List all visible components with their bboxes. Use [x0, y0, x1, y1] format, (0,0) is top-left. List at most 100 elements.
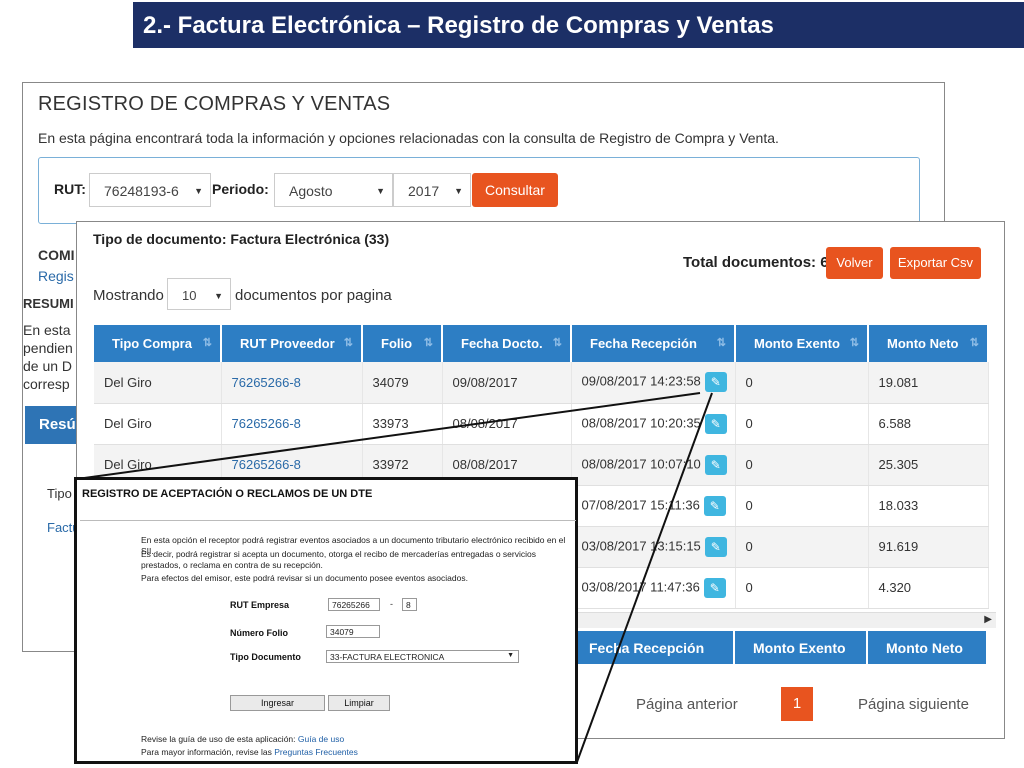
divider	[80, 520, 576, 521]
hidden-text-fragment: corresp	[23, 376, 70, 392]
folio-cell: 34079	[362, 362, 443, 404]
limpiar-button[interactable]: Limpiar	[328, 695, 390, 711]
hidden-text-fragment: Tipo	[47, 486, 72, 501]
popup-paragraph: Para efectos del emisor, este podrá revi…	[141, 573, 468, 583]
recepcion-cell: 03/08/2017 13:15:15 ✎	[571, 526, 736, 568]
chevron-down-icon: ▼	[214, 291, 223, 301]
rut-cell: 76265266-8	[221, 403, 363, 445]
exento-cell: 0	[735, 362, 869, 404]
current-page-button[interactable]: 1	[781, 687, 813, 721]
exento-cell: 0	[735, 567, 869, 609]
rut-empresa-input[interactable]: 76265266	[328, 598, 380, 611]
hidden-text-fragment: de un D	[23, 358, 73, 374]
recepcion-cell: 07/08/2017 15:11:36 ✎	[571, 485, 736, 527]
chevron-down-icon: ▼	[376, 186, 385, 196]
page-size-select[interactable]: 10 ▼	[167, 278, 231, 310]
consultar-button[interactable]: Consultar	[472, 173, 558, 207]
exento-cell: 0	[735, 444, 869, 486]
tipo-documento-select[interactable]: 33-FACTURA ELECTRONICA ▼	[326, 650, 519, 663]
exento-cell: 0	[735, 485, 869, 527]
fecha-cell: 09/08/2017	[442, 362, 572, 404]
column-header[interactable]: Monto Exento ⇅	[735, 325, 869, 362]
chevron-down-icon: ▼	[507, 652, 514, 659]
mostrando-label: Mostrando	[93, 287, 164, 304]
footer-column-header: Fecha Recepción	[571, 631, 735, 664]
rut-cell: 76265266-8	[221, 362, 363, 404]
column-header[interactable]: Fecha Docto. ⇅	[442, 325, 572, 362]
hidden-text-fragment: pendien	[23, 340, 73, 356]
export-csv-button[interactable]: Exportar Csv	[890, 247, 981, 279]
edit-icon[interactable]: ✎	[704, 413, 727, 434]
column-header[interactable]: Folio ⇅	[362, 325, 443, 362]
chevron-down-icon: ▼	[454, 186, 463, 196]
aceptacion-popup: REGISTRO DE ACEPTACIÓN O RECLAMOS DE UN …	[74, 477, 578, 764]
sort-icon: ⇅	[343, 337, 353, 349]
guide-link[interactable]: Guía de uso	[298, 734, 344, 744]
sort-icon: ⇅	[423, 337, 433, 349]
edit-icon[interactable]: ✎	[704, 454, 727, 475]
rut-link[interactable]: 76265266-8	[232, 416, 301, 431]
faq-link[interactable]: Preguntas Frecuentes	[274, 747, 358, 757]
neto-cell: 4.320	[868, 567, 989, 609]
sort-icon: ⇅	[716, 337, 726, 349]
edit-icon[interactable]: ✎	[704, 372, 727, 393]
tipo-compra-cell: Del Giro	[94, 362, 222, 404]
exento-cell: 0	[735, 403, 869, 445]
total-documents: Total documentos: 6	[683, 254, 829, 271]
footer-column-header: Monto Neto	[868, 631, 988, 664]
hidden-text-fragment: RESUMI	[23, 296, 74, 311]
neto-cell: 6.588	[868, 403, 989, 445]
year-select[interactable]: 2017 ▼	[393, 173, 471, 207]
neto-cell: 19.081	[868, 362, 989, 404]
sort-icon: ⇅	[202, 337, 212, 349]
recepcion-cell: 09/08/2017 14:23:58 ✎	[571, 362, 736, 404]
recepcion-cell: 08/08/2017 10:20:35 ✎	[571, 403, 736, 445]
periodo-label: Periodo:	[212, 181, 269, 197]
edit-icon[interactable]: ✎	[703, 495, 726, 516]
exento-cell: 0	[735, 526, 869, 568]
rut-empresa-label: RUT Empresa	[230, 600, 290, 610]
rut-link[interactable]: 76265266-8	[232, 457, 301, 472]
rut-dash: -	[390, 599, 393, 609]
edit-icon[interactable]: ✎	[704, 536, 727, 557]
page-description: En esta página encontrará toda la inform…	[38, 130, 779, 146]
folio-cell: 33973	[362, 403, 443, 445]
column-header[interactable]: Tipo Compra ⇅	[94, 325, 222, 362]
neto-cell: 18.033	[868, 485, 989, 527]
volver-button[interactable]: Volver	[826, 247, 883, 279]
page-title: REGISTRO DE COMPRAS Y VENTAS	[38, 93, 391, 115]
column-header[interactable]: Monto Neto ⇅	[868, 325, 989, 362]
tipo-compra-cell: Del Giro	[94, 403, 222, 445]
prev-page-link[interactable]: Página anterior	[636, 696, 738, 713]
recepcion-cell: 03/08/2017 11:47:36 ✎	[571, 567, 736, 609]
guide-line: Revise la guía de uso de esta aplicación…	[141, 734, 345, 744]
footer-column-header: Monto Exento	[735, 631, 868, 664]
popup-paragraph: Es decir, podrá registrar si acepta un d…	[141, 549, 536, 570]
filter-box: RUT: 76248193-6 ▼ Periodo: Agosto ▼ 2017 ▼ …	[38, 157, 920, 224]
neto-cell: 25.305	[868, 444, 989, 486]
folio-label: Número Folio	[230, 628, 288, 638]
table-header-row: Tipo Compra ⇅ RUT Proveedor ⇅ Folio ⇅ Fecha…	[94, 325, 989, 362]
edit-icon[interactable]: ✎	[703, 577, 726, 598]
recepcion-cell: 08/08/2017 10:07:10 ✎	[571, 444, 736, 486]
chevron-down-icon: ▼	[194, 186, 203, 196]
hidden-text-fragment: COMI	[38, 247, 75, 263]
scroll-right-icon[interactable]: ▶	[984, 614, 992, 625]
info-line: Para mayor información, revise las Pregu…	[141, 747, 358, 757]
column-header[interactable]: RUT Proveedor ⇅	[221, 325, 363, 362]
sort-icon: ⇅	[849, 337, 859, 349]
hidden-link-fragment[interactable]: Regis	[38, 268, 74, 284]
neto-cell: 91.619	[868, 526, 989, 568]
month-select[interactable]: Agosto ▼	[274, 173, 393, 207]
rut-select[interactable]: 76248193-6 ▼	[89, 173, 211, 207]
column-header[interactable]: Fecha Recepción ⇅	[571, 325, 736, 362]
table-row: Del Giro 76265266-8 34079 09/08/2017 09/…	[94, 362, 989, 404]
hidden-text-fragment: En esta	[23, 322, 71, 338]
next-page-link[interactable]: Página siguiente	[858, 696, 969, 713]
rut-link[interactable]: 76265266-8	[232, 375, 301, 390]
popup-title: REGISTRO DE ACEPTACIÓN O RECLAMOS DE UN …	[82, 488, 373, 500]
rut-dv-input[interactable]: 8	[402, 598, 417, 611]
folio-input[interactable]: 34079	[326, 625, 380, 638]
ingresar-button[interactable]: Ingresar	[230, 695, 325, 711]
doc-type-title: Tipo de documento: Factura Electrónica (…	[93, 231, 390, 247]
